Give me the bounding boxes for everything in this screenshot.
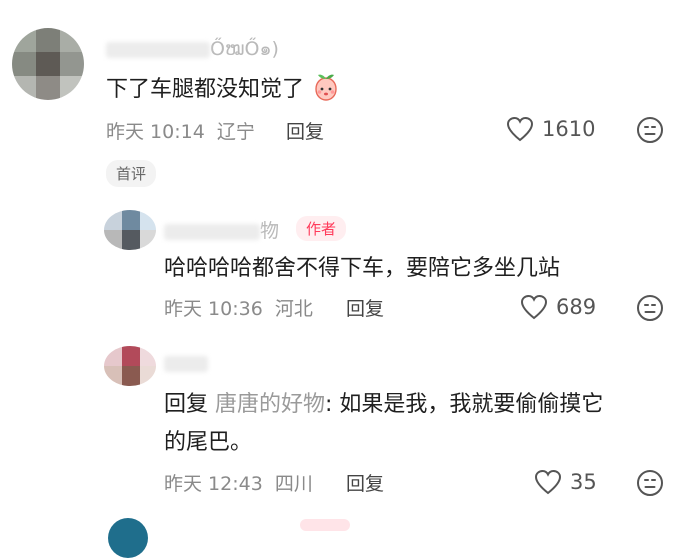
reply-text: 哈哈哈哈都舍不得下车，要陪它多坐几站: [164, 256, 561, 281]
avatar[interactable]: [12, 28, 84, 100]
peach-emoji-icon: [315, 74, 337, 101]
heart-icon: [506, 116, 534, 142]
heart-icon: [534, 469, 562, 495]
timestamp: 昨天 10:36: [164, 298, 263, 320]
username[interactable]: [164, 352, 208, 374]
like-button[interactable]: 689: [520, 294, 596, 320]
avatar[interactable]: [108, 518, 148, 558]
first-comment-badge[interactable]: 首评: [106, 160, 157, 187]
comment-text: 下了车腿都没知觉了: [106, 72, 341, 108]
like-count: 689: [556, 295, 597, 319]
reply-to-username[interactable]: 唐唐的好物: [215, 392, 325, 417]
like-count: 1610: [542, 117, 596, 141]
reply-text-continued: 的尾巴。: [164, 430, 253, 455]
heart-icon: [520, 294, 548, 320]
location: 四川: [274, 473, 313, 495]
timestamp: 昨天 10:14: [106, 121, 205, 143]
emoji-reaction-icon[interactable]: [636, 469, 664, 497]
reply-meta: 昨天 10:36 河北: [164, 294, 313, 321]
like-button[interactable]: 1610: [506, 116, 595, 142]
reply-button[interactable]: 回复: [346, 294, 384, 321]
reply-meta: 昨天 12:43 四川: [164, 469, 313, 496]
avatar[interactable]: [104, 210, 156, 250]
username[interactable]: 物: [164, 216, 279, 243]
location: 辽宁: [216, 121, 255, 143]
reply-button[interactable]: 回复: [346, 469, 384, 496]
emoji-reaction-icon[interactable]: [636, 116, 664, 144]
comment-meta: 昨天 10:14 辽宁: [106, 117, 255, 144]
author-badge: 作者: [296, 216, 347, 241]
emoji-reaction-icon[interactable]: [636, 294, 664, 322]
author-badge-partial: [300, 519, 350, 531]
reply-text: 回复 唐唐的好物: 如果是我，我就要偷偷摸它: [164, 392, 604, 417]
reply-button[interactable]: 回复: [286, 117, 324, 144]
location: 河北: [274, 298, 313, 320]
like-count: 35: [570, 470, 597, 494]
like-button[interactable]: 35: [534, 469, 597, 495]
avatar[interactable]: [104, 346, 156, 386]
username[interactable]: ŐໝŐ๑): [106, 34, 279, 64]
timestamp: 昨天 12:43: [164, 473, 263, 495]
